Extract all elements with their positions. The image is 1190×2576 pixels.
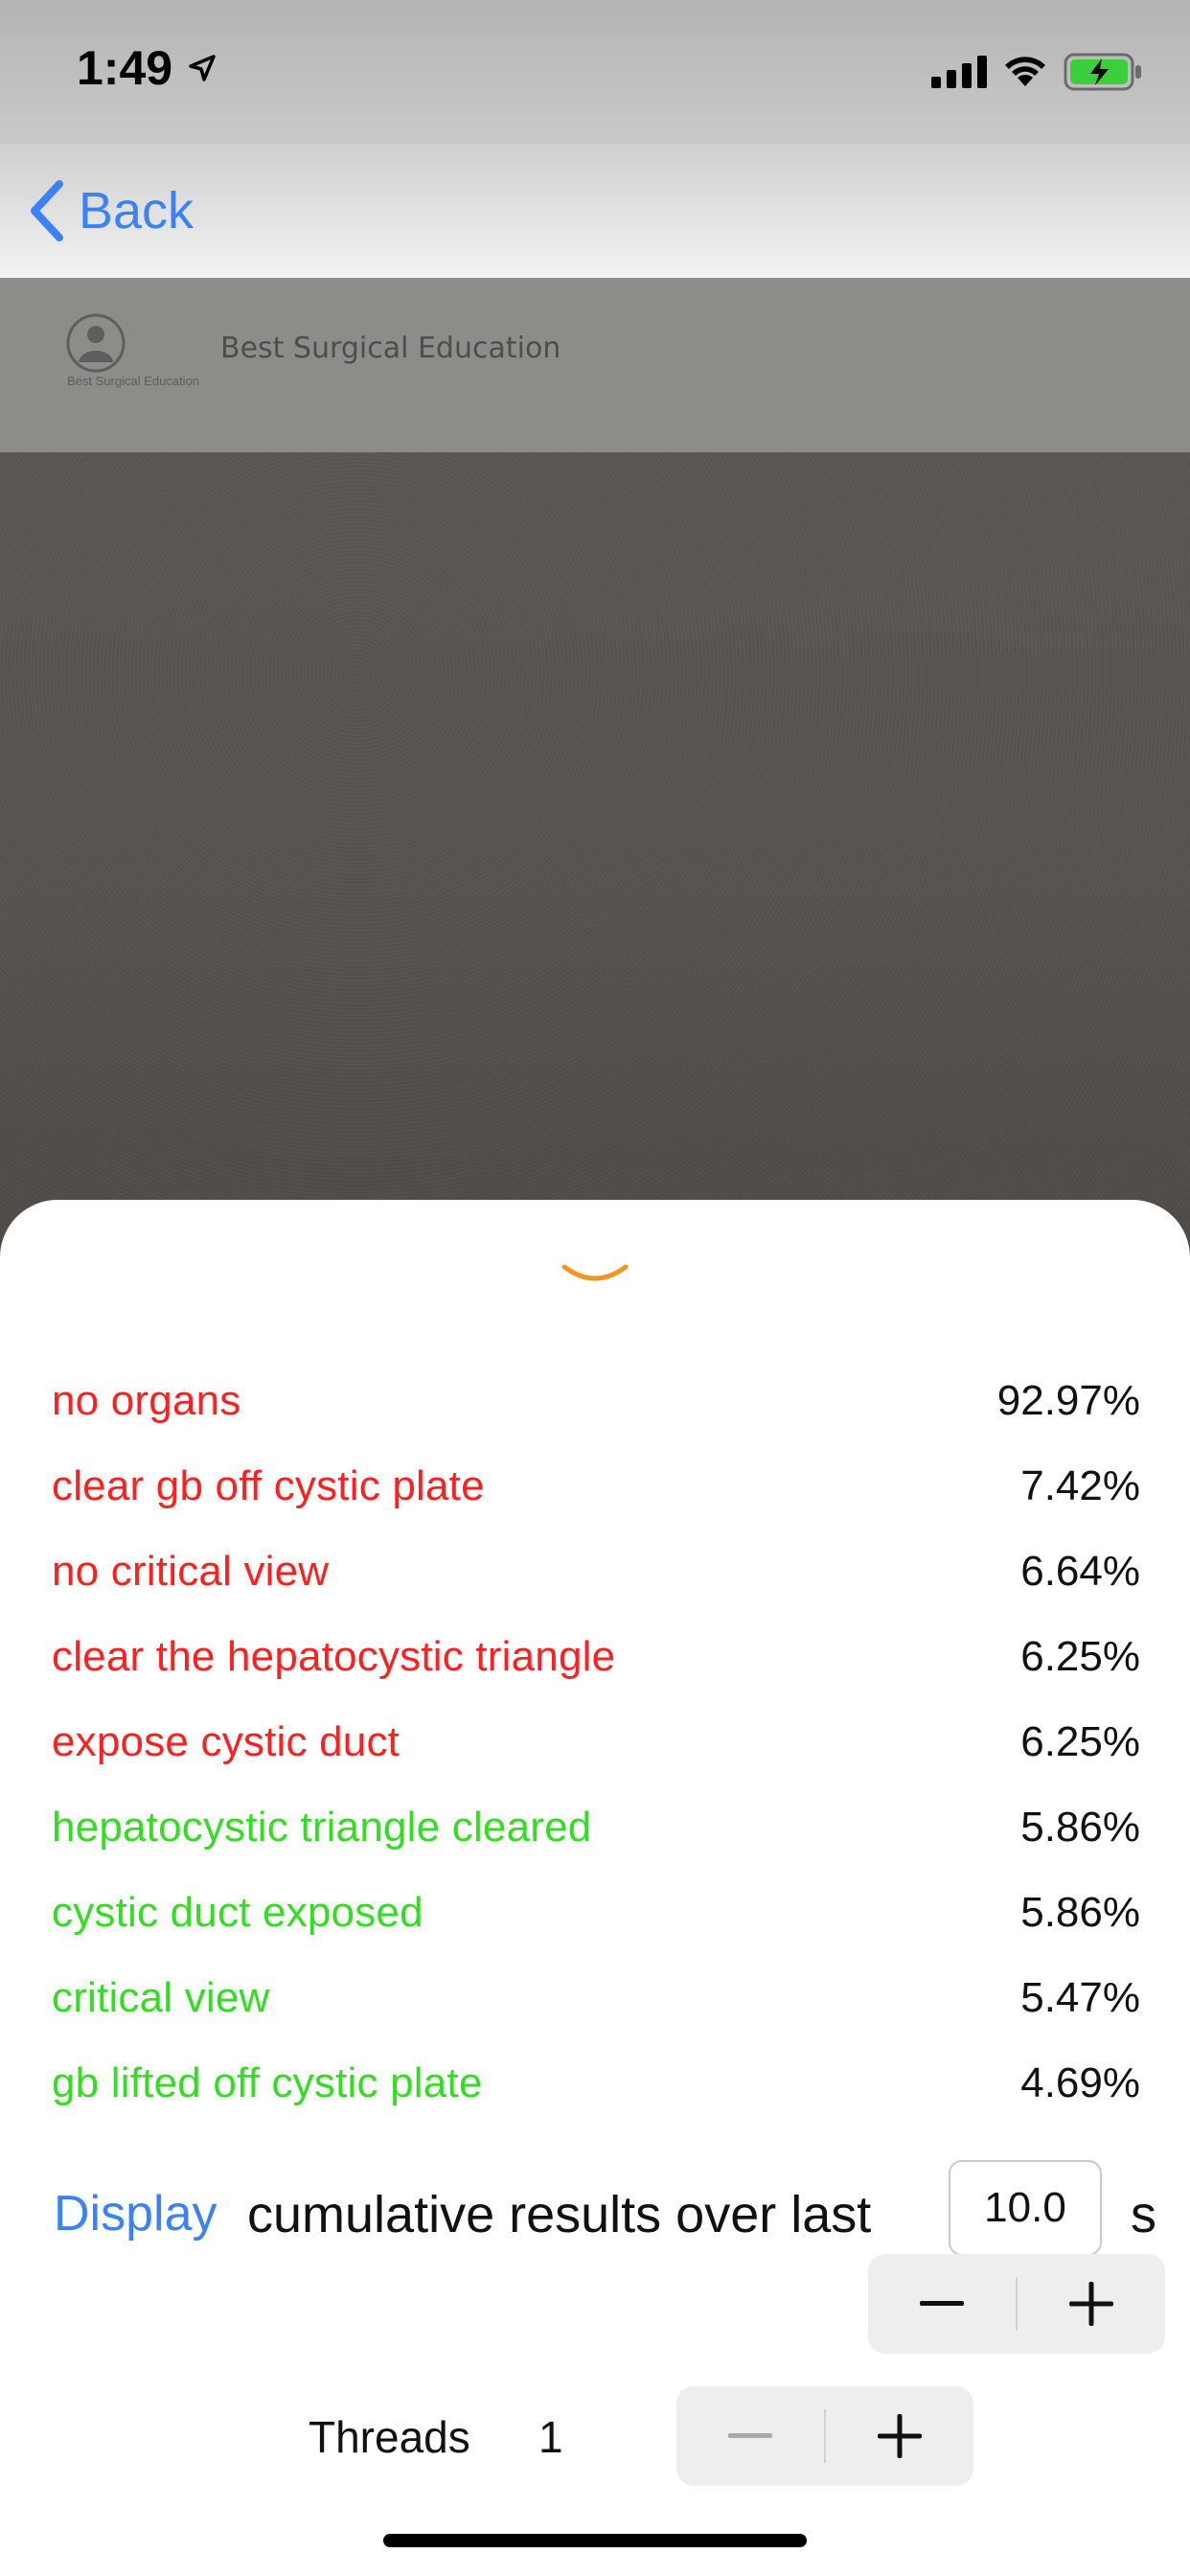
- location-arrow-icon: [189, 55, 216, 81]
- interval-input[interactable]: [949, 2160, 1102, 2256]
- result-label: no critical view: [52, 1547, 330, 1595]
- threads-value: 1: [538, 2412, 563, 2462]
- video-banner: Best Surgical Education Best Surgical Ed…: [0, 278, 1190, 452]
- result-value: 92.97%: [996, 1376, 1140, 1424]
- result-row: no organs 92.97%: [52, 1358, 1140, 1443]
- results-sheet: no organs 92.97% clear gb off cystic plate…: [0, 1200, 1190, 2576]
- display-button[interactable]: Display: [54, 2185, 217, 2242]
- result-row: gb lifted off cystic plate 4.69%: [52, 2040, 1140, 2126]
- wifi-icon: [1005, 57, 1045, 86]
- result-label: hepatocystic triangle cleared: [52, 1803, 592, 1851]
- battery-charging-icon: [1064, 53, 1141, 91]
- result-row: hepatocystic triangle cleared 5.86%: [52, 1784, 1140, 1870]
- threads-stepper: [676, 2386, 973, 2486]
- result-value: 5.86%: [1020, 1888, 1140, 1936]
- result-row: cystic duct exposed 5.86%: [52, 1870, 1140, 1955]
- chevron-left-icon: [31, 180, 63, 242]
- result-label: no organs: [52, 1376, 241, 1424]
- interval-unit: s: [1131, 2186, 1156, 2243]
- result-value: 7.42%: [1020, 1461, 1140, 1509]
- threads-increment-button[interactable]: [826, 2386, 973, 2486]
- status-time: 1:49: [77, 41, 173, 95]
- result-value: 5.86%: [1020, 1803, 1140, 1851]
- result-row: critical view 5.47%: [52, 1955, 1140, 2040]
- result-row: no critical view 6.64%: [52, 1529, 1140, 1614]
- banner-title: Best Surgical Education: [220, 332, 561, 365]
- result-value: 5.47%: [1020, 1973, 1140, 2021]
- chevron-down-icon[interactable]: [560, 1261, 630, 1290]
- result-value: 6.64%: [1020, 1547, 1140, 1595]
- result-label: cystic duct exposed: [52, 1888, 423, 1936]
- result-row: expose cystic duct 6.25%: [52, 1699, 1140, 1784]
- threads-label: Threads: [309, 2412, 470, 2462]
- result-row: clear the hepatocystic triangle 6.25%: [52, 1614, 1140, 1699]
- banner-logo-caption: Best Surgical Education: [67, 374, 200, 388]
- status-bar: 1:49: [0, 0, 1190, 144]
- camera-preview: Best Surgical Education Best Surgical Ed…: [0, 278, 1190, 1265]
- result-value: 6.25%: [1020, 1717, 1140, 1765]
- result-label: gb lifted off cystic plate: [52, 2058, 483, 2106]
- cellular-signal-icon: [931, 56, 987, 88]
- result-value: 6.25%: [1020, 1632, 1140, 1680]
- interval-decrement-button[interactable]: [868, 2254, 1016, 2354]
- threads-decrement-button[interactable]: [676, 2386, 824, 2486]
- navigation-bar: Back: [0, 144, 1190, 278]
- results-list: no organs 92.97% clear gb off cystic plate…: [52, 1358, 1140, 2126]
- display-settings-row: Display cumulative results over last s: [0, 2158, 1190, 2264]
- surgeon-logo-icon: [66, 313, 126, 373]
- back-button-label: Back: [79, 182, 195, 240]
- interval-increment-button[interactable]: [1018, 2254, 1165, 2354]
- plus-icon: [878, 2414, 922, 2458]
- result-label: expose cystic duct: [52, 1717, 400, 1765]
- back-button[interactable]: Back: [27, 177, 194, 244]
- result-label: clear the hepatocystic triangle: [52, 1632, 616, 1680]
- result-value: 4.69%: [1020, 2058, 1140, 2106]
- result-label: critical view: [52, 1973, 270, 2021]
- interval-stepper: [868, 2254, 1165, 2354]
- minus-icon: [920, 2301, 964, 2306]
- display-description: cumulative results over last: [247, 2186, 872, 2243]
- plus-icon: [1069, 2282, 1113, 2326]
- result-row: clear gb off cystic plate 7.42%: [52, 1443, 1140, 1529]
- result-label: clear gb off cystic plate: [52, 1461, 485, 1509]
- home-indicator: [383, 2534, 807, 2547]
- minus-icon: [728, 2433, 772, 2438]
